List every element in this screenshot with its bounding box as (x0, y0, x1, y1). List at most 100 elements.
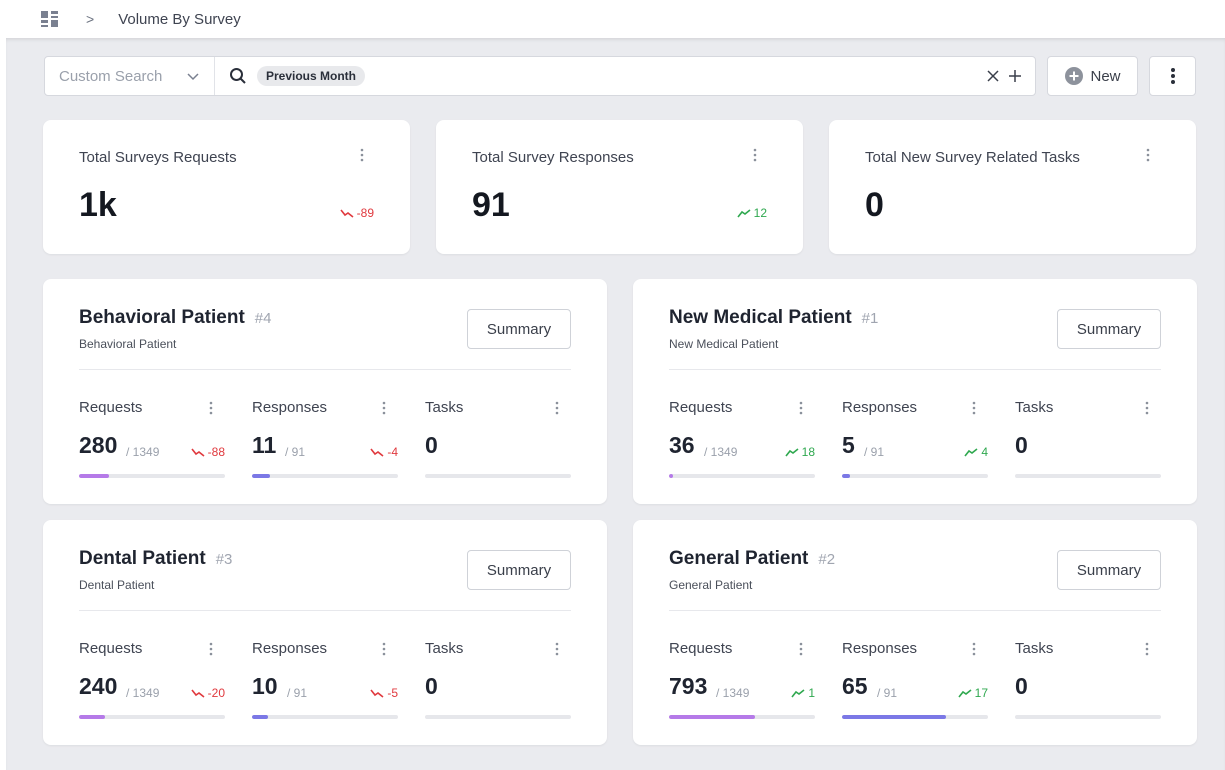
kebab-icon (382, 642, 386, 656)
search-icon (230, 68, 246, 84)
metric-value: 280 (79, 432, 118, 458)
progress-bar (252, 474, 398, 478)
metric-menu[interactable] (382, 642, 386, 656)
metric-value: 5 (842, 432, 855, 458)
stat-menu[interactable] (360, 148, 364, 162)
metric-label: Requests (79, 640, 143, 657)
summary-button[interactable]: Summary (1057, 309, 1161, 349)
trend-up-icon (964, 447, 978, 456)
trend-down-icon (370, 689, 384, 698)
metric-menu[interactable] (799, 642, 803, 656)
metric-responses: Responses 11 / 91 -4 (252, 397, 398, 478)
patient-title: Behavioral Patient #4 (79, 307, 271, 329)
progress-bar (425, 474, 571, 478)
progress-bar (842, 715, 988, 719)
metric-menu[interactable] (972, 401, 976, 415)
more-options-button[interactable] (1149, 56, 1196, 96)
close-icon[interactable] (985, 68, 1001, 84)
progress-fill (842, 474, 851, 478)
kebab-icon (360, 148, 364, 162)
summary-button[interactable]: Summary (467, 550, 571, 590)
metric-value: 36 (669, 432, 695, 458)
metric-menu[interactable] (209, 401, 213, 415)
summary-button[interactable]: Summary (467, 309, 571, 349)
kebab-icon (972, 642, 976, 656)
metric-value: 793 (669, 673, 708, 699)
plus-icon[interactable] (1007, 68, 1023, 84)
custom-search-label: Custom Search (59, 67, 163, 85)
metric-value: 0 (425, 432, 438, 458)
metric-trend-value: 4 (981, 445, 988, 459)
stat-card-requests: Total Surveys Requests 1k -89 (43, 120, 410, 254)
stat-menu[interactable] (1146, 148, 1150, 162)
main-content: Custom Search Previous Month New Total S… (6, 38, 1225, 770)
new-button[interactable]: New (1047, 56, 1138, 96)
metric-trend-value: 1 (808, 686, 815, 700)
metric-trend: 17 (958, 686, 988, 700)
metric-value: 0 (1015, 432, 1028, 458)
progress-bar (1015, 715, 1161, 719)
metric-total: / 1349 (126, 686, 160, 700)
divider (669, 369, 1161, 370)
metric-trend-value: 17 (974, 686, 988, 700)
metric-requests: Requests 240 / 1349 -20 (79, 638, 225, 719)
filter-chip[interactable]: Previous Month (257, 66, 366, 86)
metric-label: Responses (842, 399, 918, 416)
patient-name: New Medical Patient (669, 307, 852, 328)
progress-fill (79, 474, 110, 478)
stat-value: 91 (472, 186, 510, 224)
breadcrumb-current: Volume By Survey (118, 10, 241, 28)
chevron-down-icon (187, 73, 199, 81)
metric-menu[interactable] (799, 401, 803, 415)
kebab-icon (382, 401, 386, 415)
trend-up-icon (791, 688, 805, 697)
trend-up-icon (958, 688, 972, 697)
search-bar[interactable]: Custom Search Previous Month (44, 56, 1036, 96)
metric-responses: Responses 10 / 91 -5 (252, 638, 398, 719)
metric-value: 0 (1015, 673, 1028, 699)
metric-trend-value: -5 (387, 686, 398, 700)
progress-bar (842, 474, 988, 478)
trend-up-icon (737, 208, 751, 217)
progress-bar (252, 715, 398, 719)
kebab-icon (972, 401, 976, 415)
progress-fill (252, 474, 270, 478)
plus-circle-icon (1065, 67, 1084, 85)
patient-name: Dental Patient (79, 548, 206, 569)
kebab-icon (209, 401, 213, 415)
divider (79, 369, 571, 370)
metric-tasks: Tasks 0 (1015, 397, 1161, 478)
metric-value: 240 (79, 673, 118, 699)
progress-bar (425, 715, 571, 719)
metric-label: Tasks (425, 640, 464, 657)
divider (669, 610, 1161, 611)
metric-menu[interactable] (209, 642, 213, 656)
patient-subtitle: Behavioral Patient (79, 337, 177, 351)
patient-title: General Patient #2 (669, 548, 835, 570)
stat-menu[interactable] (753, 148, 757, 162)
patient-card: Dental Patient #3 Dental Patient Summary … (43, 520, 607, 745)
metric-label: Responses (252, 640, 328, 657)
patient-subtitle: Dental Patient (79, 578, 155, 592)
metric-menu[interactable] (972, 642, 976, 656)
custom-search-dropdown[interactable]: Custom Search (45, 57, 215, 95)
metric-trend: -4 (370, 445, 398, 459)
metric-menu[interactable] (555, 642, 559, 656)
metric-total: / 1349 (716, 686, 750, 700)
metric-menu[interactable] (1145, 642, 1149, 656)
kebab-icon (799, 401, 803, 415)
metric-menu[interactable] (1145, 401, 1149, 415)
metric-menu[interactable] (382, 401, 386, 415)
summary-button[interactable]: Summary (1057, 550, 1161, 590)
chevron-right-icon: > (86, 11, 95, 27)
metric-trend: -88 (191, 445, 225, 459)
trend-down-icon (191, 689, 205, 698)
progress-bar (669, 474, 815, 478)
divider (79, 610, 571, 611)
metric-menu[interactable] (555, 401, 559, 415)
dashboard-icon[interactable] (40, 9, 60, 29)
progress-bar (79, 474, 225, 478)
kebab-icon (209, 642, 213, 656)
stat-title: Total Survey Responses (472, 149, 634, 166)
metric-responses: Responses 65 / 91 17 (842, 638, 988, 719)
